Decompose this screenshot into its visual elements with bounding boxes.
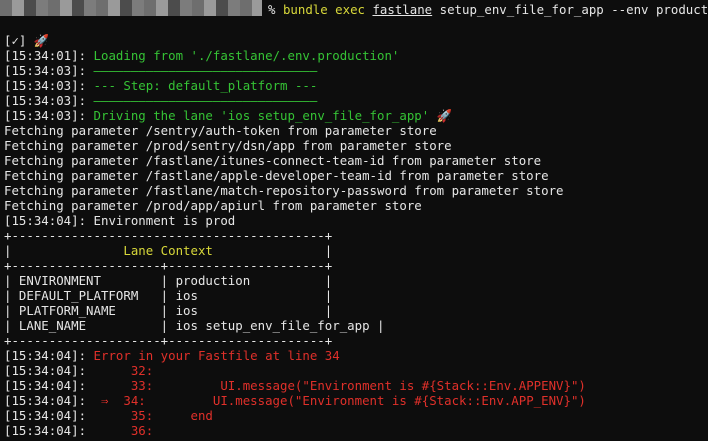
source-line-35: 35: end: [86, 408, 213, 423]
lane-driving-message: Driving the lane 'ios setup_env_file_for…: [93, 108, 453, 123]
log-line: [15:34:03]: --- Step: default_platform -…: [4, 78, 317, 93]
prompt-symbol: %: [268, 2, 276, 17]
log-line: [15:34:03]: ————————————————————————————…: [4, 93, 317, 108]
error-line: [15:34:04]: 36:: [4, 423, 153, 438]
table-border-bottom: +--------------------+------------------…: [4, 333, 333, 348]
timestamp: [15:34:03]:: [4, 63, 87, 78]
log-line: [15:34:03]: Driving the lane 'ios setup_…: [4, 108, 452, 123]
log-line: [15:34:04]: Environment is prod: [4, 213, 235, 228]
error-line: [15:34:04]: 33: UI.message("Environment …: [4, 378, 586, 393]
separator-line: ——————————————————————————————: [93, 63, 318, 78]
source-line-34: ⇒ 34: UI.message("Environment is #{Stack…: [86, 393, 586, 408]
timestamp: [15:34:03]:: [4, 108, 87, 123]
check-line: [✓] 🚀: [4, 33, 49, 48]
separator-line: ——————————————————————————————: [93, 93, 318, 108]
checkmark: [✓]: [4, 33, 27, 48]
table-row: | PLATFORM_NAME | ios |: [4, 303, 333, 318]
timestamp: [15:34:04]:: [4, 363, 87, 378]
timestamp: [15:34:03]:: [4, 78, 87, 93]
source-line-32: 32:: [86, 363, 154, 378]
fetch-line: Fetching parameter /fastlane/match-repos…: [4, 183, 564, 198]
error-line: [15:34:04]: 32:: [4, 363, 153, 378]
timestamp: [15:34:04]:: [4, 393, 87, 408]
step-header: --- Step: default_platform ---: [93, 78, 318, 93]
fetch-line: Fetching parameter /sentry/auth-token fr…: [4, 123, 437, 138]
error-line: [15:34:04]: 35: end: [4, 408, 213, 423]
timestamp: [15:34:03]:: [4, 93, 87, 108]
terminal-window: % bundle exec fastlane setup_env_file_fo…: [0, 0, 708, 441]
table-title: Lane Context: [123, 243, 213, 258]
table-row: | DEFAULT_PLATFORM | ios |: [4, 288, 333, 303]
source-line-33: 33: UI.message("Environment is #{Stack::…: [86, 378, 586, 393]
error-line: [15:34:04]: Error in your Fastfile at li…: [4, 348, 340, 363]
command-bundle-exec: bundle exec: [282, 2, 365, 17]
error-line: [15:34:04]: ⇒ 34: UI.message("Environmen…: [4, 393, 586, 408]
command-prompt: % bundle exec fastlane setup_env_file_fo…: [268, 2, 708, 17]
table-row: | LANE_NAME | ios setup_env_file_for_app…: [4, 318, 385, 333]
table-row: | ENVIRONMENT | production |: [4, 273, 333, 288]
error-message: Error in your Fastfile at line 34: [93, 348, 340, 363]
command-args: setup_env_file_for_app --env production: [439, 2, 708, 17]
log-line: [15:34:03]: ————————————————————————————…: [4, 63, 317, 78]
command-fastlane: fastlane: [372, 2, 433, 17]
fetch-line: Fetching parameter /prod/sentry/dsn/app …: [4, 138, 452, 153]
source-line-36: 36:: [86, 423, 154, 438]
timestamp: [15:34:04]:: [4, 408, 87, 423]
log-line: [15:34:01]: Loading from './fastlane/.en…: [4, 48, 399, 63]
redacted-username-block: [0, 0, 262, 16]
timestamp: [15:34:04]:: [4, 378, 87, 393]
fetch-line: Fetching parameter /fastlane/itunes-conn…: [4, 153, 542, 168]
rocket-icon: 🚀: [33, 33, 50, 48]
fetch-line: Fetching parameter /fastlane/apple-devel…: [4, 168, 549, 183]
timestamp: [15:34:04]:: [4, 423, 87, 438]
environment-message: Environment is prod: [93, 213, 236, 228]
fetch-line: Fetching parameter /prod/app/apiurl from…: [4, 198, 422, 213]
table-separator: +--------------------+------------------…: [4, 258, 333, 273]
table-title-row: | Lane Context |: [4, 243, 333, 258]
timestamp: [15:34:04]:: [4, 348, 87, 363]
table-border-top: +---------------------------------------…: [4, 228, 333, 243]
log-message: Loading from './fastlane/.env.production…: [93, 48, 400, 63]
timestamp: [15:34:04]:: [4, 213, 87, 228]
timestamp: [15:34:01]:: [4, 48, 87, 63]
